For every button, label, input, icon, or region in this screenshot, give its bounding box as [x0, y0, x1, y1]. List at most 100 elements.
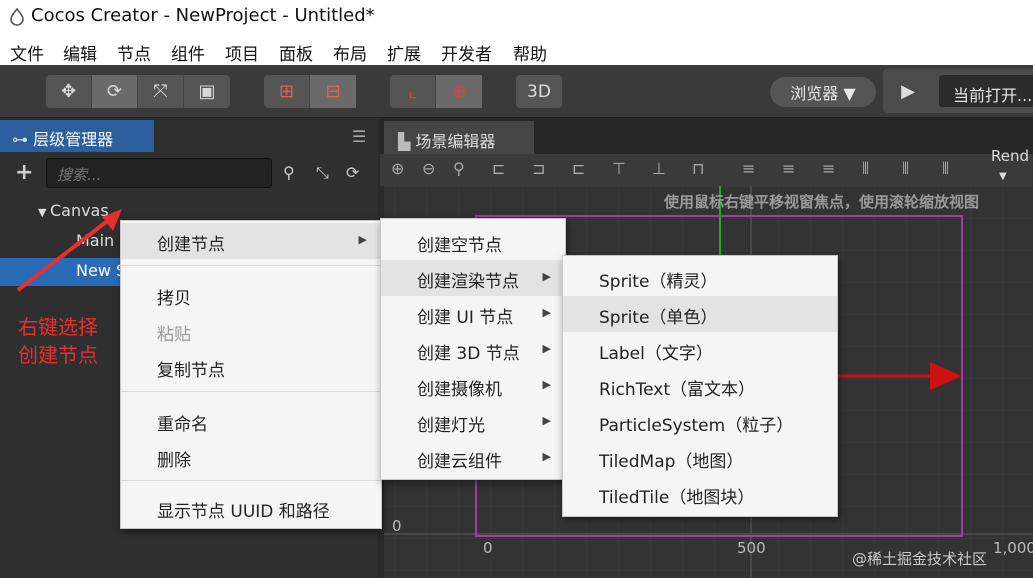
- transform-tools: ✥ ⟳ ⤧ ▣: [46, 75, 230, 108]
- menu-help[interactable]: 帮助: [513, 40, 547, 65]
- align-bottom-icon[interactable]: ⊓: [692, 159, 704, 178]
- render-mode-dropdown[interactable]: Rend ▼: [991, 147, 1029, 183]
- preview-platform-dropdown[interactable]: 浏览器 ▼: [770, 77, 876, 107]
- hierarchy-search-input[interactable]: 搜索...: [46, 158, 272, 188]
- rect-tool-icon[interactable]: ▣: [184, 75, 230, 108]
- submenu-arrow-icon: ▶: [542, 414, 551, 427]
- submenu-arrow-icon: ▶: [542, 450, 551, 463]
- menu-separator: [121, 391, 381, 392]
- align-vcenter-icon[interactable]: ⊥: [652, 159, 666, 178]
- menu-item-label[interactable]: Label（文字）: [563, 332, 837, 368]
- zoom-in-icon[interactable]: ⊕: [391, 159, 404, 178]
- zoom-reset-icon[interactable]: ⚲: [453, 159, 465, 178]
- menu-node[interactable]: 节点: [117, 40, 151, 65]
- menu-developer[interactable]: 开发者: [441, 40, 492, 65]
- current-scene-button[interactable]: 当前打开...: [939, 75, 1033, 107]
- distribute-right-icon[interactable]: ⦀: [942, 159, 949, 179]
- distribute-bottom-icon[interactable]: ≡: [822, 159, 835, 178]
- menu-edit[interactable]: 编辑: [63, 40, 97, 65]
- menu-item-create-node-label: 创建节点: [157, 235, 225, 255]
- move-tool-icon[interactable]: ✥: [46, 75, 92, 108]
- menu-item-delete[interactable]: 删除: [121, 439, 381, 475]
- menu-item-create-render-label: 创建渲染节点: [417, 272, 519, 292]
- submenu-arrow-icon: ▶: [542, 270, 551, 283]
- menu-item-create-ui[interactable]: 创建 UI 节点 ▶: [381, 296, 565, 332]
- menu-item-sprite[interactable]: Sprite（精灵）: [563, 260, 837, 296]
- align-left-icon[interactable]: ⊏: [492, 159, 505, 178]
- menu-separator: [121, 265, 381, 266]
- menu-item-create-cloud-label: 创建云组件: [417, 452, 502, 472]
- axis-tick-x0: 0: [483, 539, 493, 557]
- menu-separator: [121, 480, 381, 481]
- distribute-center-icon[interactable]: ⦀: [902, 159, 909, 179]
- menu-layout[interactable]: 布局: [333, 40, 367, 65]
- local-coord-icon[interactable]: ⌞: [390, 75, 436, 108]
- refresh-icon[interactable]: ⟳: [346, 163, 359, 182]
- pivot-icon[interactable]: ⊞: [264, 75, 310, 108]
- submenu-arrow-icon: ▶: [358, 233, 367, 246]
- menu-item-create-camera[interactable]: 创建摄像机 ▶: [381, 368, 565, 404]
- axis-tick-x500: 500: [737, 539, 766, 557]
- distribute-top-icon[interactable]: ≡: [742, 159, 755, 178]
- menu-item-tiledmap[interactable]: TiledMap（地图）: [563, 440, 837, 476]
- create-node-submenu: 创建空节点 创建渲染节点 ▶ 创建 UI 节点 ▶ 创建 3D 节点 ▶ 创建摄…: [380, 218, 566, 480]
- menu-item-tiledtile[interactable]: TiledTile（地图块）: [563, 476, 837, 512]
- menu-item-create-3d[interactable]: 创建 3D 节点 ▶: [381, 332, 565, 368]
- menu-item-duplicate[interactable]: 复制节点: [121, 349, 381, 385]
- scene-editor-tab[interactable]: ▙ 场景编辑器: [384, 121, 534, 154]
- menu-item-create-cloud[interactable]: 创建云组件 ▶: [381, 440, 565, 476]
- menu-bar: 文件 编辑 节点 组件 项目 面板 布局 扩展 开发者 帮助: [0, 34, 1033, 65]
- rotate-tool-icon[interactable]: ⟳: [92, 75, 138, 108]
- menu-item-create-light[interactable]: 创建灯光 ▶: [381, 404, 565, 440]
- menu-item-create-render[interactable]: 创建渲染节点 ▶: [381, 260, 565, 296]
- toggle-3d-button[interactable]: 3D: [516, 75, 562, 108]
- title-bar: Cocos Creator - NewProject - Untitled*: [0, 0, 1033, 34]
- render-mode-label: Rend: [991, 147, 1030, 165]
- panel-menu-icon[interactable]: ☰: [352, 127, 366, 146]
- menu-item-copy[interactable]: 拷贝: [121, 277, 381, 313]
- play-icon[interactable]: ▶: [890, 75, 926, 107]
- menu-item-particle[interactable]: ParticleSystem（粒子）: [563, 404, 837, 440]
- window-title: Cocos Creator - NewProject - Untitled*: [31, 5, 375, 26]
- hierarchy-tab-label: 层级管理器: [33, 130, 114, 149]
- menu-item-create-ui-label: 创建 UI 节点: [417, 308, 514, 328]
- align-top-icon[interactable]: ⊤: [612, 159, 626, 178]
- align-hcenter-icon[interactable]: ⊐: [532, 159, 545, 178]
- scene-hint-text: 使用鼠标右键平移视窗焦点，使用滚轮缩放视图: [664, 193, 980, 211]
- menu-file[interactable]: 文件: [10, 40, 44, 65]
- menu-item-richtext[interactable]: RichText（富文本）: [563, 368, 837, 404]
- menu-component[interactable]: 组件: [171, 40, 205, 65]
- pivot-tools: ⊞ ⊟: [264, 75, 356, 108]
- menu-item-paste[interactable]: 粘贴: [121, 313, 381, 349]
- submenu-arrow-icon: ▶: [542, 378, 551, 391]
- center-icon[interactable]: ⊟: [310, 75, 356, 108]
- align-right-icon[interactable]: ⊏: [572, 159, 585, 178]
- menu-item-create-empty[interactable]: 创建空节点: [381, 224, 565, 260]
- submenu-arrow-icon: ▶: [542, 306, 551, 319]
- menu-item-rename[interactable]: 重命名: [121, 403, 381, 439]
- menu-item-show-uuid[interactable]: 显示节点 UUID 和路径: [121, 490, 381, 526]
- global-coord-icon[interactable]: ⊕: [436, 75, 482, 108]
- cocos-logo-icon: [10, 8, 24, 26]
- menu-item-create-3d-label: 创建 3D 节点: [417, 344, 520, 364]
- hierarchy-tab[interactable]: ⊶ 层级管理器: [0, 120, 154, 152]
- scale-tool-icon[interactable]: ⤧: [138, 75, 184, 108]
- watermark-text: @稀土掘金技术社区: [852, 550, 988, 568]
- render-node-submenu: Sprite（精灵） Sprite（单色） Label（文字） RichText…: [562, 255, 838, 517]
- collapse-icon[interactable]: ⤡: [316, 163, 329, 183]
- menu-item-create-node[interactable]: 创建节点 ▶: [121, 223, 381, 259]
- scene-tab-label: 场景编辑器: [415, 132, 496, 151]
- annotation-line-1: 右键选择: [18, 315, 98, 339]
- menu-item-sprite-splash[interactable]: Sprite（单色）: [563, 296, 837, 332]
- add-node-icon[interactable]: +: [15, 160, 33, 185]
- menu-project[interactable]: 项目: [225, 40, 259, 65]
- context-menu: 创建节点 ▶ 拷贝 粘贴 复制节点 重命名 删除 显示节点 UUID 和路径: [120, 220, 382, 529]
- scene-icon: ▙: [398, 132, 416, 151]
- zoom-out-icon[interactable]: ⊖: [422, 159, 435, 178]
- submenu-arrow-icon: ▶: [542, 342, 551, 355]
- distribute-left-icon[interactable]: ⦀: [862, 159, 869, 179]
- menu-panel[interactable]: 面板: [279, 40, 313, 65]
- distribute-middle-icon[interactable]: ≡: [782, 159, 795, 178]
- search-icon[interactable]: ⚲: [283, 163, 295, 182]
- menu-extension[interactable]: 扩展: [387, 40, 421, 65]
